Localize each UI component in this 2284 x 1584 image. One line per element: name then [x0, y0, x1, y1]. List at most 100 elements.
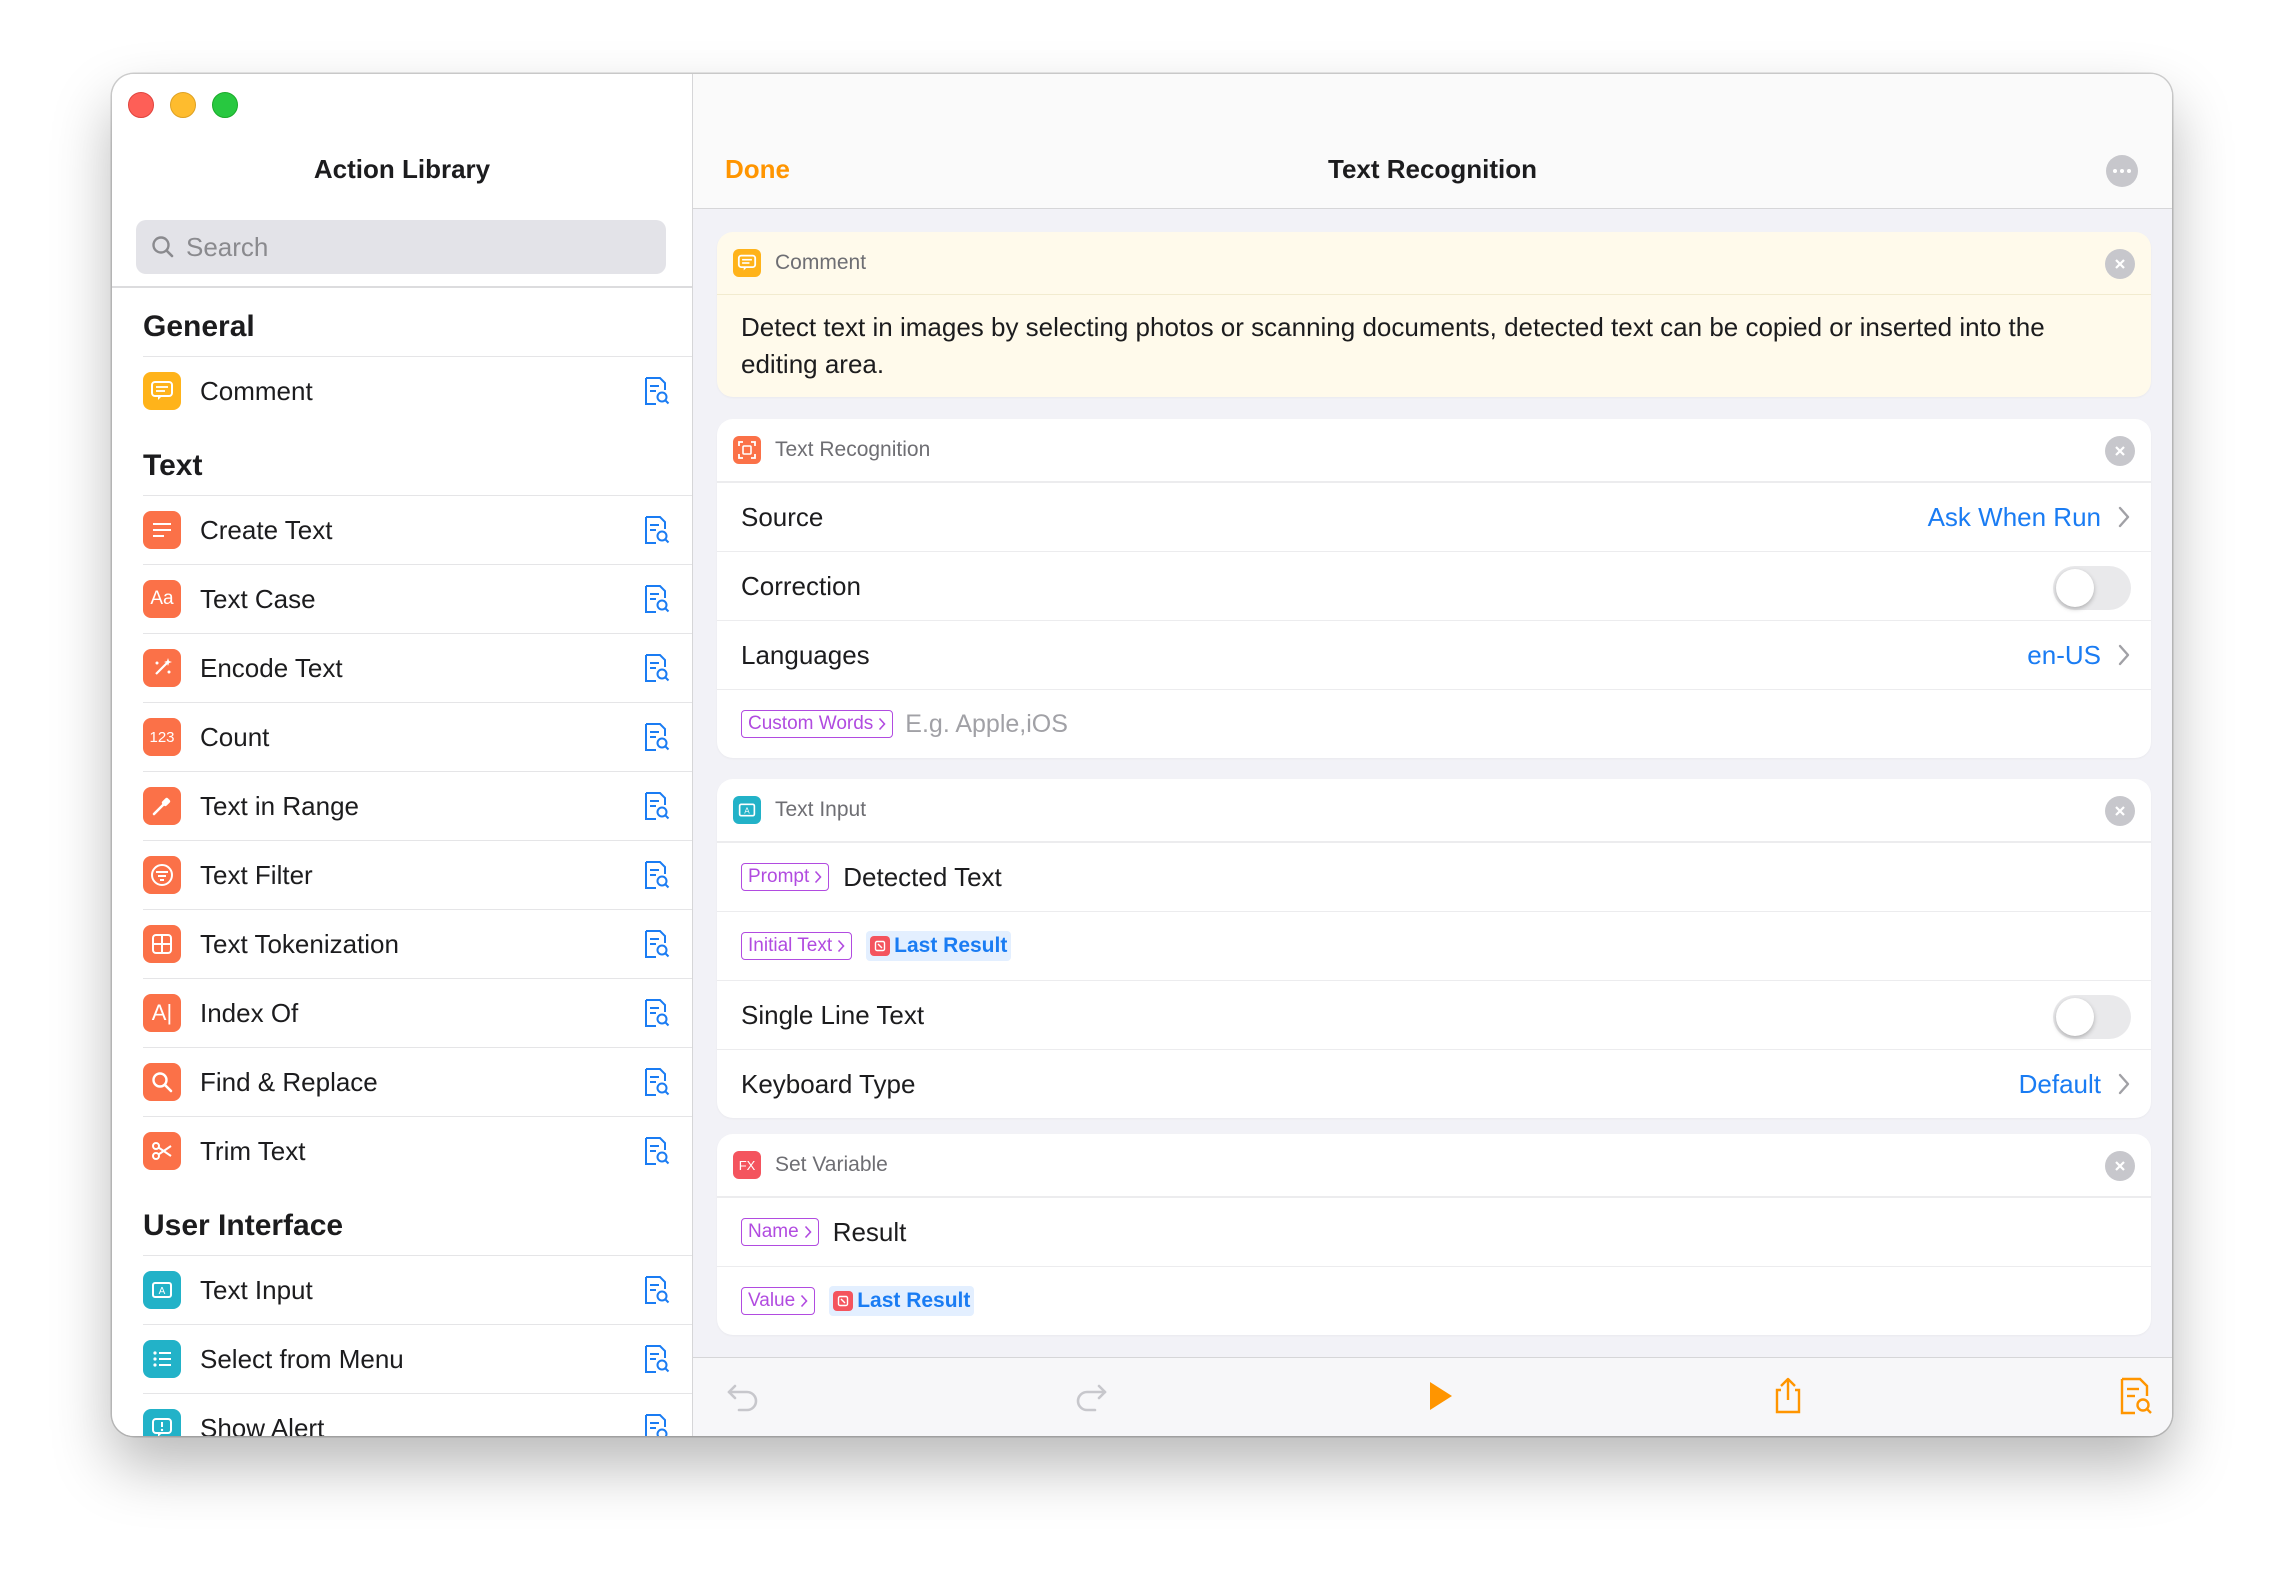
action-item-text-tokenization[interactable]: Text Tokenization — [143, 909, 692, 978]
card-header: A Text Input — [717, 779, 2151, 842]
document-search-icon[interactable] — [642, 722, 670, 752]
svg-text:A: A — [744, 806, 750, 815]
action-item-show-alert[interactable]: Show Alert — [143, 1393, 692, 1436]
name-value[interactable]: Result — [833, 1217, 907, 1248]
last-result-variable[interactable]: Last Result — [866, 931, 1012, 961]
prompt-value[interactable]: Detected Text — [843, 862, 1002, 893]
action-item-encode-text[interactable]: Encode Text — [143, 633, 692, 702]
languages-value[interactable]: en-US — [2027, 640, 2101, 671]
action-item-label: Create Text — [200, 514, 333, 545]
name-row: Name Result — [717, 1197, 2151, 1266]
document-search-icon[interactable] — [642, 515, 670, 545]
document-search-icon[interactable] — [2115, 1376, 2155, 1416]
card-header: Comment — [717, 232, 2151, 295]
correction-row: Correction — [717, 551, 2151, 620]
count-icon: 123 — [143, 718, 181, 756]
action-item-find-replace[interactable]: Find & Replace — [143, 1047, 692, 1116]
source-label: Source — [741, 501, 824, 532]
comment-icon — [733, 249, 761, 277]
share-icon[interactable] — [1768, 1376, 1808, 1416]
remove-action-icon[interactable] — [2105, 436, 2135, 466]
search-field[interactable] — [136, 220, 666, 274]
window-controls — [128, 92, 238, 118]
text-input-card[interactable]: A Text Input Prompt Detected Text Initia… — [717, 779, 2151, 1118]
document-search-icon[interactable] — [642, 584, 670, 614]
correction-label: Correction — [741, 570, 861, 601]
document-search-icon[interactable] — [642, 1344, 670, 1374]
value-tag[interactable]: Value — [741, 1287, 816, 1315]
document-search-icon[interactable] — [642, 653, 670, 683]
prompt-row: Prompt Detected Text — [717, 842, 2151, 911]
remove-action-icon[interactable] — [2105, 249, 2135, 279]
action-item-text-case[interactable]: Aa Text Case — [143, 564, 692, 633]
keyboard-type-label: Keyboard Type — [741, 1068, 916, 1099]
single-line-label: Single Line Text — [741, 999, 925, 1030]
scissors-icon — [143, 1132, 181, 1170]
initial-text-tag[interactable]: Initial Text — [741, 932, 853, 960]
custom-words-row: Custom Words E.g. Apple,iOS — [717, 689, 2151, 758]
minimize-window-button[interactable] — [170, 92, 196, 118]
document-search-icon[interactable] — [642, 791, 670, 821]
play-icon[interactable] — [1420, 1376, 1460, 1416]
search-icon — [152, 236, 174, 258]
document-search-icon[interactable] — [642, 1275, 670, 1305]
card-header: Text Recognition — [717, 419, 2151, 482]
keyboard-type-value[interactable]: Default — [2019, 1069, 2101, 1100]
keyboard-type-row[interactable]: Keyboard Type Default — [717, 1049, 2151, 1118]
action-item-text-input[interactable]: A Text Input — [143, 1255, 692, 1324]
prompt-tag[interactable]: Prompt — [741, 863, 830, 891]
redo-icon[interactable] — [1071, 1376, 1111, 1416]
action-item-create-text[interactable]: Create Text — [143, 495, 692, 564]
close-window-button[interactable] — [128, 92, 154, 118]
single-line-toggle[interactable] — [2053, 995, 2131, 1039]
single-line-row: Single Line Text — [717, 980, 2151, 1049]
chevron-right-icon — [2118, 644, 2130, 666]
action-item-select-from-menu[interactable]: Select from Menu — [143, 1324, 692, 1393]
action-item-trim-text[interactable]: Trim Text — [143, 1116, 692, 1185]
document-search-icon[interactable] — [642, 998, 670, 1028]
document-search-icon[interactable] — [642, 929, 670, 959]
card-header: FX Set Variable — [717, 1134, 2151, 1197]
comment-text[interactable]: Detect text in images by selecting photo… — [717, 295, 2151, 397]
chevron-right-icon — [2118, 506, 2130, 528]
action-item-comment[interactable]: Comment — [143, 356, 692, 425]
source-value[interactable]: Ask When Run — [1928, 502, 2101, 533]
set-variable-card[interactable]: FX Set Variable Name Result Value Last R… — [717, 1134, 2151, 1335]
remove-action-icon[interactable] — [2105, 796, 2135, 826]
chevron-right-icon — [2118, 1073, 2130, 1095]
action-item-text-filter[interactable]: Text Filter — [143, 840, 692, 909]
source-row[interactable]: Source Ask When Run — [717, 482, 2151, 551]
done-button[interactable]: Done — [725, 154, 790, 185]
document-search-icon[interactable] — [642, 860, 670, 890]
document-search-icon[interactable] — [642, 1136, 670, 1166]
last-result-variable[interactable]: Last Result — [829, 1286, 975, 1316]
action-item-text-in-range[interactable]: Text in Range — [143, 771, 692, 840]
search-input[interactable] — [184, 230, 628, 264]
document-search-icon[interactable] — [642, 1067, 670, 1097]
comment-card[interactable]: Comment Detect text in images by selecti… — [717, 232, 2151, 397]
action-item-index-of[interactable]: A| Index Of — [143, 978, 692, 1047]
action-list: General Comment Text Create Text Aa Text… — [112, 286, 692, 1436]
action-item-label: Text Filter — [200, 859, 313, 890]
remove-action-icon[interactable] — [2105, 1151, 2135, 1181]
zoom-window-button[interactable] — [212, 92, 238, 118]
undo-icon[interactable] — [723, 1376, 763, 1416]
custom-words-input[interactable]: E.g. Apple,iOS — [905, 710, 1068, 739]
name-tag[interactable]: Name — [741, 1218, 819, 1246]
languages-label: Languages — [741, 639, 870, 670]
more-options-icon[interactable] — [2106, 155, 2138, 187]
correction-toggle[interactable] — [2053, 566, 2131, 610]
document-search-icon[interactable] — [642, 376, 670, 406]
app-window: Action Library General Comment Text Crea… — [112, 74, 2172, 1436]
action-item-label: Comment — [200, 375, 313, 406]
languages-row[interactable]: Languages en-US — [717, 620, 2151, 689]
action-item-count[interactable]: 123 Count — [143, 702, 692, 771]
dropper-icon — [143, 787, 181, 825]
page-title: Text Recognition — [1328, 154, 1537, 184]
document-search-icon[interactable] — [642, 1413, 670, 1436]
bottom-toolbar — [693, 1357, 2172, 1436]
text-recognition-card[interactable]: Text Recognition Source Ask When Run Cor… — [717, 419, 2151, 758]
custom-words-tag[interactable]: Custom Words — [741, 710, 894, 738]
action-item-label: Count — [200, 721, 270, 752]
value-row: Value Last Result — [717, 1266, 2151, 1335]
